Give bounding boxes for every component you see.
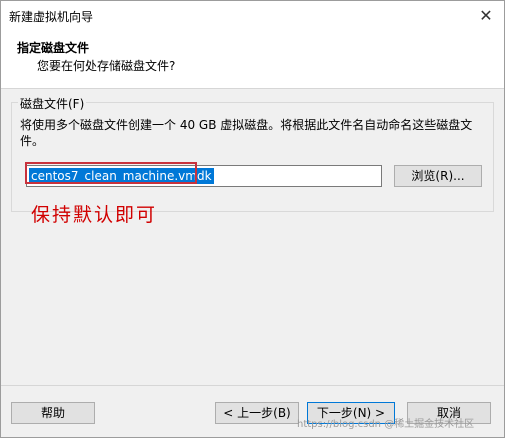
next-button[interactable]: 下一步(N) >: [307, 402, 395, 424]
footer-separator: [1, 385, 504, 386]
close-icon[interactable]: ✕: [476, 6, 496, 26]
window-title: 新建虚拟机向导: [9, 10, 94, 24]
help-button[interactable]: 帮助: [11, 402, 95, 424]
page-subtitle: 您要在何处存储磁盘文件?: [37, 59, 176, 73]
disk-file-value: centos7_clean_machine.vmdk: [29, 168, 214, 184]
disk-file-legend: 磁盘文件(F): [18, 95, 87, 112]
wizard-header: 指定磁盘文件 您要在何处存储磁盘文件?: [1, 31, 504, 89]
wizard-window: 新建虚拟机向导 ✕ 指定磁盘文件 您要在何处存储磁盘文件? 磁盘文件(F) 将使…: [0, 0, 505, 438]
page-title: 指定磁盘文件: [17, 41, 90, 55]
disk-file-description: 将使用多个磁盘文件创建一个 40 GB 虚拟磁盘。将根据此文件名自动命名这些磁盘…: [20, 118, 473, 148]
cancel-button[interactable]: 取消: [407, 402, 491, 424]
disk-file-group: 磁盘文件(F) 将使用多个磁盘文件创建一个 40 GB 虚拟磁盘。将根据此文件名…: [11, 95, 494, 212]
browse-button[interactable]: 浏览(R)...: [394, 165, 482, 187]
back-button[interactable]: < 上一步(B): [215, 402, 299, 424]
annotation-text: 保持默认即可: [31, 204, 158, 226]
title-bar: 新建虚拟机向导 ✕: [1, 1, 504, 31]
disk-file-input[interactable]: centos7_clean_machine.vmdk: [26, 165, 382, 187]
